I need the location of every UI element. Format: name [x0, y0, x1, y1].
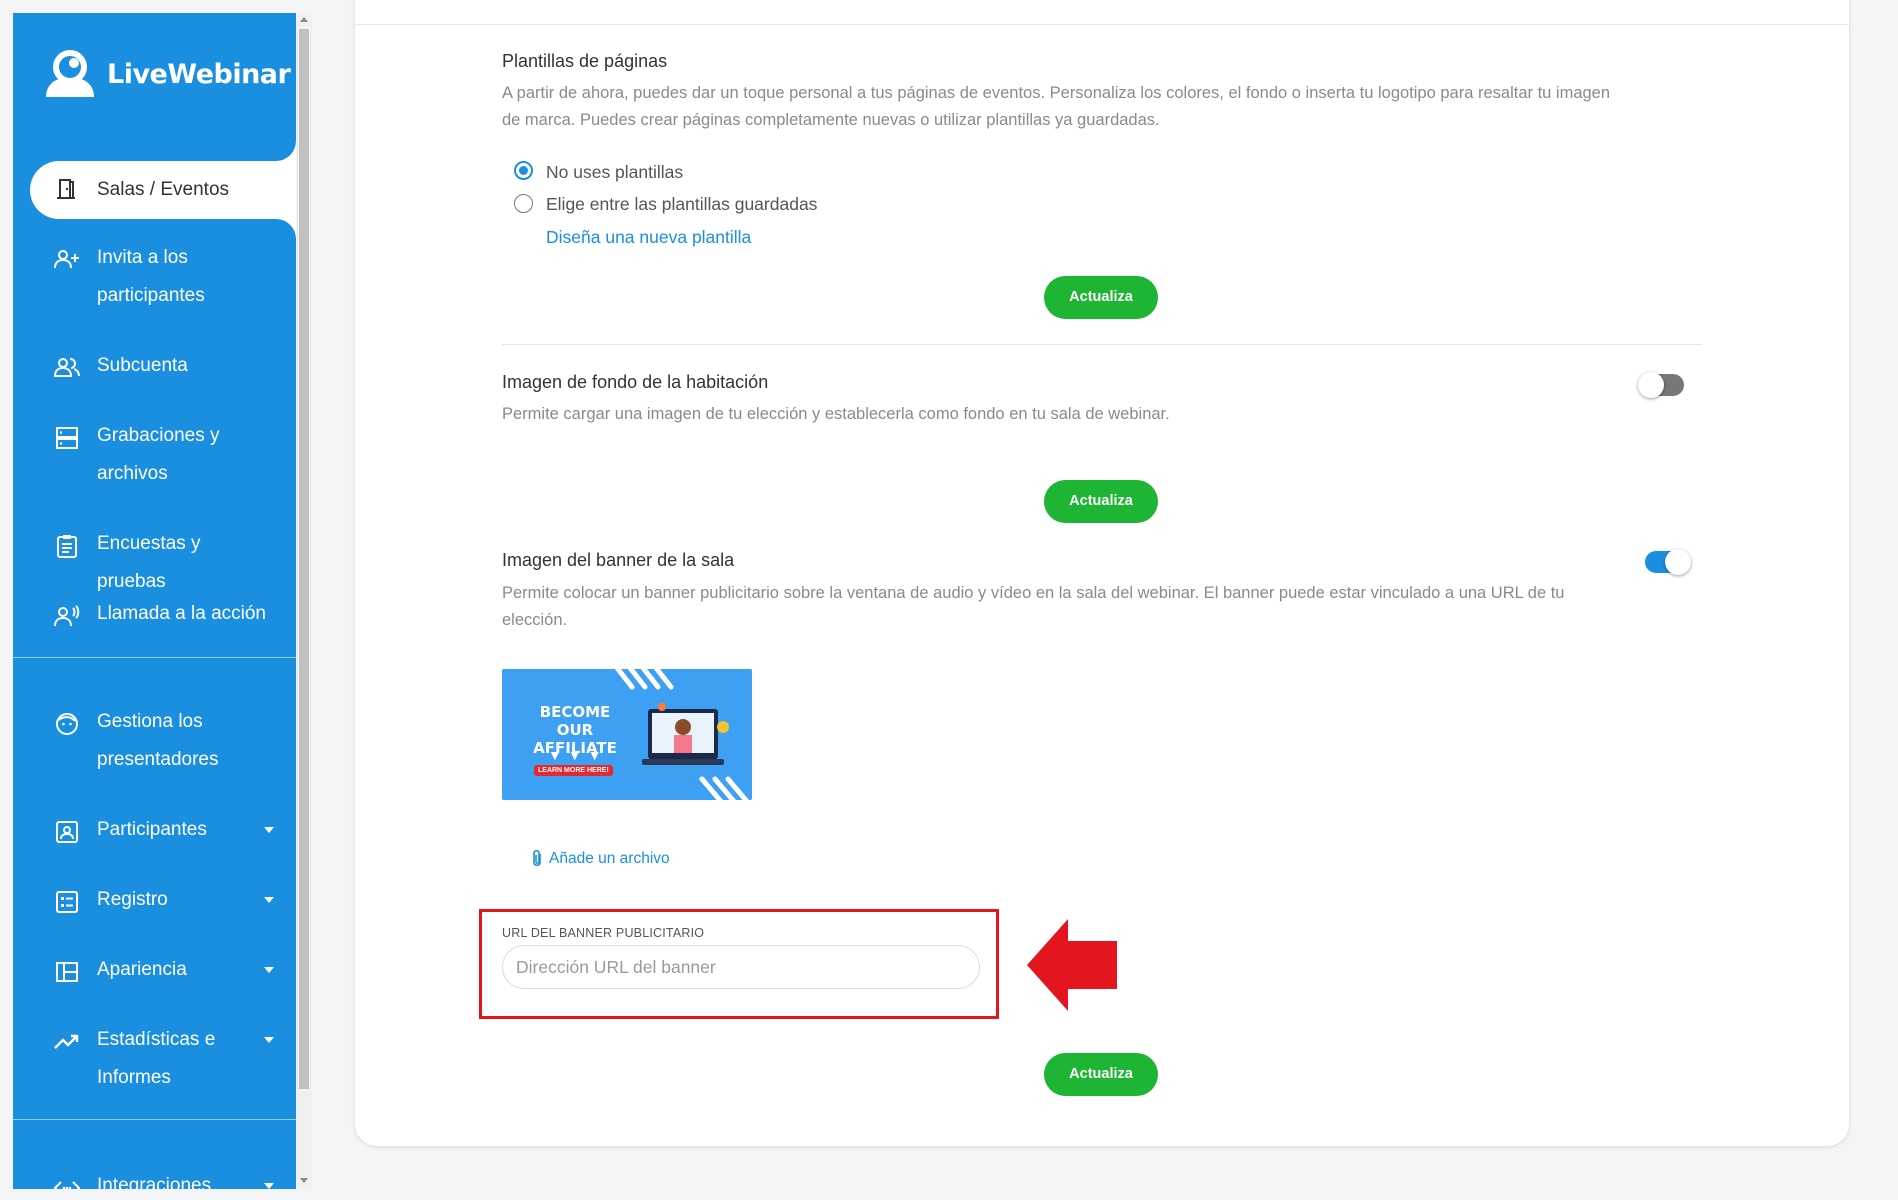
trending-up-icon [54, 1034, 79, 1049]
sidebar-item-label: Gestiona los presentadores [97, 711, 219, 770]
design-template-link[interactable]: Diseña una nueva plantilla [546, 227, 751, 248]
background-update-button[interactable]: Actualiza [1044, 480, 1158, 523]
chevron-down-icon [264, 967, 274, 973]
sidebar-item-integrations[interactable]: Integraciones [13, 1167, 296, 1189]
contact-card-icon [56, 821, 78, 843]
sidebar-item-surveys[interactable]: Encuestas y pruebas [13, 525, 296, 592]
sidebar-item-recordings[interactable]: Grabaciones y archivos [13, 417, 296, 493]
background-title: Imagen de fondo de la habitación [502, 372, 769, 392]
webcam-logo-icon [46, 50, 94, 97]
scroll-down-arrow-icon[interactable] [300, 1178, 308, 1183]
sidebar-item-label: Encuestas y pruebas [97, 533, 201, 592]
scrollbar-thumb[interactable] [299, 29, 309, 1089]
toggle-knob [1665, 549, 1691, 575]
radio-label-saved-templates: Elige entre las plantillas guardadas [546, 194, 818, 214]
sidebar-item-label: Grabaciones y archivos [97, 425, 220, 484]
attach-file-button[interactable]: Añade un archivo [531, 849, 670, 869]
brand-name: LiveWebinar [107, 58, 291, 90]
sidebar-item-label: Apariencia [97, 959, 187, 980]
banner-preview-image: BECOME OUR AFFILIATE ▼▼▼ LEARN MORE HERE… [502, 669, 752, 800]
chevron-down-icon [264, 827, 274, 833]
sidebar-item-subaccount[interactable]: Subcuenta [13, 347, 296, 385]
banner-cta-badge: LEARN MORE HERE! [534, 765, 613, 776]
chevron-down-icon [264, 1183, 274, 1189]
sidebar-item-label: Invita a los participantes [97, 247, 205, 306]
brand-logo[interactable]: LiveWebinar [43, 49, 291, 99]
banner-url-input[interactable] [502, 945, 980, 989]
sidebar-item-label: Subcuenta [97, 355, 188, 376]
sidebar-item-label: Salas / Eventos [97, 179, 230, 200]
sidebar-item-appearance[interactable]: Apariencia [13, 951, 296, 989]
storage-icon [56, 427, 78, 449]
code-arrows-icon [53, 1181, 81, 1189]
layout-icon [56, 962, 78, 982]
banner-update-button[interactable]: Actualiza [1044, 1053, 1158, 1096]
people-icon [53, 358, 80, 377]
paperclip-icon [533, 849, 541, 867]
sidebar-divider [13, 1119, 296, 1120]
toggle-knob [1638, 372, 1664, 398]
sidebar-item-stats[interactable]: Estadísticas e Informes [13, 1021, 296, 1097]
banner-toggle[interactable] [1645, 549, 1691, 575]
form-icon [56, 891, 78, 913]
sidebar-item-registration[interactable]: Registro [13, 881, 296, 919]
sidebar-item-label: Estadísticas e Informes [97, 1029, 216, 1088]
sidebar-item-label: Registro [97, 889, 168, 910]
section-divider [502, 344, 1702, 345]
banner-url-label: URL DEL BANNER PUBLICITARIO [502, 926, 705, 940]
tab-corner-bottom [276, 219, 296, 239]
annotation-arrow-icon [1027, 919, 1117, 1011]
sidebar-item-label: Llamada a la acción [97, 603, 266, 624]
radio-no-templates[interactable] [514, 161, 533, 180]
templates-update-button[interactable]: Actualiza [1044, 276, 1158, 319]
sidebar-item-label: Integraciones [97, 1175, 212, 1189]
banner-down-arrows: ▼▼▼ [548, 747, 608, 763]
sidebar-item-participants[interactable]: Participantes [13, 811, 296, 849]
sidebar-item-presenters[interactable]: Gestiona los presentadores [13, 703, 296, 779]
attach-file-label: Añade un archivo [549, 850, 670, 867]
card-divider [355, 24, 1849, 25]
scroll-up-arrow-icon[interactable] [300, 17, 308, 22]
chevron-down-icon [264, 897, 274, 903]
sidebar-item-cta[interactable]: Llamada a la acción [13, 595, 296, 633]
sidebar: LiveWebinar Salas / Eventos Invita a los… [13, 13, 296, 1189]
sidebar-item-label: Participantes [97, 819, 207, 840]
banner-description: Permite colocar un banner publicitario s… [502, 584, 1565, 629]
sidebar-item-invite[interactable]: Invita a los participantes [13, 239, 296, 315]
banner-title: Imagen del banner de la sala [502, 550, 735, 570]
sidebar-item-rooms-events[interactable]: Salas / Eventos [30, 161, 296, 219]
add-person-icon [54, 250, 79, 269]
speaking-person-icon [54, 605, 80, 627]
chevron-down-icon [264, 1037, 274, 1043]
logo-area: LiveWebinar [13, 13, 296, 148]
tab-corner-top [276, 141, 296, 161]
face-icon [56, 713, 78, 735]
radio-label-no-templates: No uses plantillas [546, 162, 684, 182]
templates-title: Plantillas de páginas [502, 51, 668, 71]
templates-description: A partir de ahora, puedes dar un toque p… [502, 84, 1611, 129]
background-toggle[interactable] [1638, 372, 1684, 398]
radio-saved-templates[interactable] [514, 194, 533, 213]
sidebar-scrollbar[interactable] [296, 13, 312, 1189]
clipboard-icon [57, 535, 77, 558]
background-description: Permite cargar una imagen de tu elección… [502, 405, 1170, 423]
sidebar-divider [13, 657, 296, 658]
door-icon [57, 179, 75, 199]
